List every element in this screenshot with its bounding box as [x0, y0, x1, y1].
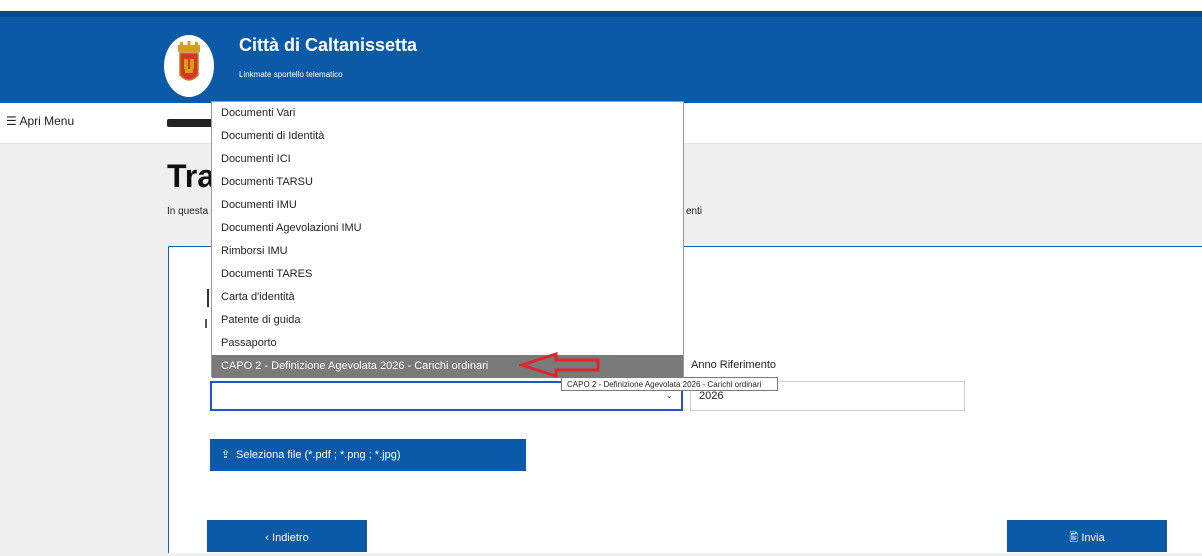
panel-section-marker	[207, 289, 209, 307]
dropdown-option[interactable]: Documenti TARSU	[212, 171, 683, 194]
page-intro-tail: enti	[686, 206, 703, 217]
header-topline	[0, 11, 1202, 17]
page-intro-text: In questa	[167, 206, 209, 217]
send-button[interactable]: 🖺 Invia	[1007, 520, 1167, 552]
dropdown-option[interactable]: Documenti Agevolazioni IMU	[212, 217, 683, 240]
select-file-label: Seleziona file (*.pdf ; *.png ; *.jpg)	[236, 449, 401, 461]
site-subtitle: Linkmate sportello telematico	[239, 70, 343, 79]
dropdown-option[interactable]: Patente di guida	[212, 309, 683, 332]
dropdown-option[interactable]: Documenti Vari	[212, 102, 683, 125]
open-menu-button[interactable]: ☰ Apri Menu	[6, 114, 74, 128]
year-label: Anno Riferimento	[691, 359, 776, 371]
annotation-arrow-icon	[519, 351, 600, 379]
hamburger-icon: ☰	[6, 114, 17, 128]
dropdown-option[interactable]: Documenti IMU	[212, 194, 683, 217]
site-header: Città di Caltanissetta Linkmate sportell…	[0, 11, 1202, 103]
nav-obscured-item	[167, 119, 213, 127]
chevron-down-icon: ⌄	[665, 390, 673, 400]
panel-text-fragment	[205, 319, 207, 328]
city-crest-logo[interactable]	[164, 35, 214, 97]
open-menu-label: Apri Menu	[19, 114, 75, 128]
page-title: Tra	[167, 158, 216, 194]
file-icon: 🖺	[1069, 532, 1079, 544]
back-label: Indietro	[272, 532, 309, 544]
crest-icon	[165, 36, 213, 96]
dropdown-option[interactable]: Passaporto	[212, 332, 683, 355]
top-strip	[0, 0, 1202, 11]
chevron-left-icon: ‹	[265, 532, 269, 544]
send-label: Invia	[1081, 532, 1105, 544]
site-title[interactable]: Città di Caltanissetta	[239, 35, 417, 56]
dropdown-option[interactable]: Carta d'identità	[212, 286, 683, 309]
dropdown-option[interactable]: Documenti TARES	[212, 263, 683, 286]
dropdown-option[interactable]: Rimborsi IMU	[212, 240, 683, 263]
option-tooltip: CAPO 2 - Definizione Agevolata 2026 - Ca…	[561, 377, 778, 391]
upload-icon: ⇪	[221, 449, 231, 461]
back-button[interactable]: ‹ Indietro	[207, 520, 367, 552]
dropdown-option-selected[interactable]: CAPO 2 - Definizione Agevolata 2026 - Ca…	[212, 355, 683, 378]
select-file-button[interactable]: ⇪ Seleziona file (*.pdf ; *.png ; *.jpg)	[210, 439, 526, 471]
dropdown-option[interactable]: Documenti ICI	[212, 148, 683, 171]
dropdown-option[interactable]: Documenti di Identità	[212, 125, 683, 148]
document-type-dropdown-list[interactable]: Documenti Vari Documenti di Identità Doc…	[211, 101, 684, 378]
